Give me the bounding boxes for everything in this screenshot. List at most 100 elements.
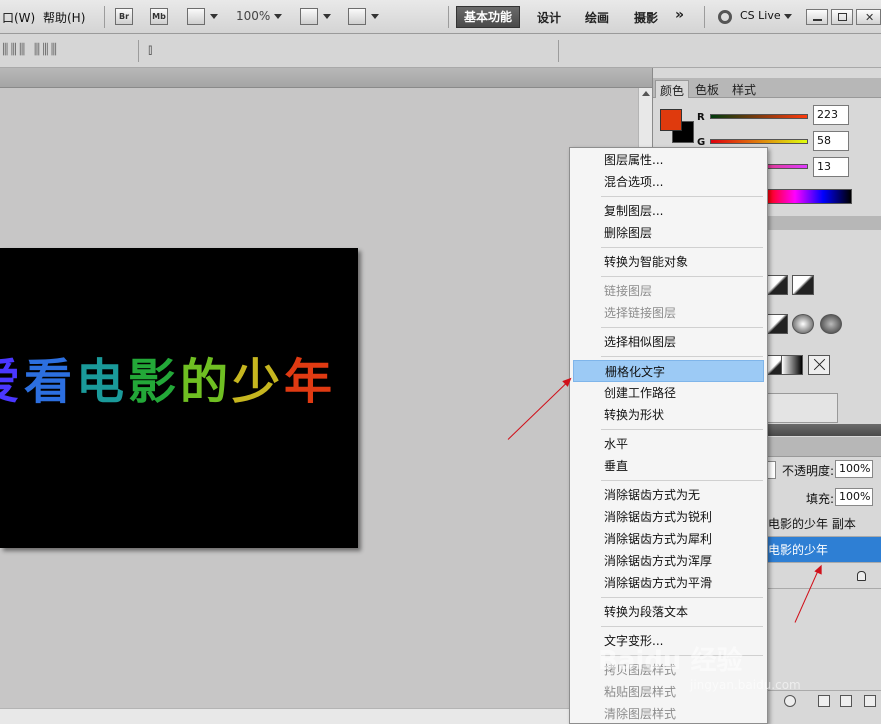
context-menu-item[interactable]: 图层属性... [573,149,764,171]
tab-swatches[interactable]: 色板 [691,80,723,98]
new-layer-icon[interactable] [840,695,852,707]
selective-color-icon[interactable] [808,355,830,375]
exposure-icon[interactable] [792,275,814,295]
color-panel-tabs: 颜色 色板 样式 [653,78,881,98]
zoom-level[interactable]: 100% [236,9,270,23]
context-menu-item[interactable]: 水平 [573,433,764,455]
minimize-button[interactable] [806,9,828,25]
bridge-icon[interactable]: Br [115,8,133,25]
options-bar: ⫼⫼⫼ ⫼⫼⫼ ⫾ [0,34,881,68]
menu-separator [601,247,763,248]
channel-r-slider[interactable] [710,114,808,119]
image-canvas[interactable]: 爱看电影的少年 [0,248,358,548]
fill-label: 填充: [806,492,835,506]
context-menu-item[interactable]: 转换为形状 [573,404,764,426]
layer-row[interactable]: 电影的少年 副本 [766,511,881,537]
gradient-map-icon[interactable] [781,355,803,375]
baidu-watermark-logo: Baidu 经验 [598,646,743,676]
menu-separator [601,626,763,627]
new-group-icon[interactable] [818,695,830,707]
context-menu-item: 选择链接图层 [604,306,677,320]
align-buttons[interactable]: ⫼⫼⫼ ⫼⫼⫼ [2,42,59,58]
channel-r-label: R [697,112,705,123]
channel-r-input[interactable]: 223 [813,105,849,125]
minimize-icon [813,19,822,21]
chevron-down-icon[interactable] [784,14,792,19]
opacity-input[interactable]: 100% [835,460,873,478]
menu-separator [601,356,763,357]
channel-g-input[interactable]: 58 [813,131,849,151]
context-menu-item[interactable]: 栅格化文字 [573,360,764,382]
more-workspaces-icon[interactable]: » [675,7,684,23]
invert-icon[interactable] [766,314,788,334]
close-button[interactable]: ✕ [856,9,881,25]
context-menu-item[interactable]: 复制图层... [573,200,764,222]
context-menu-item[interactable]: 消除锯齿方式为浑厚 [573,550,764,572]
chevron-down-icon[interactable] [210,14,218,19]
tab-styles[interactable]: 样式 [728,80,760,98]
mini-bridge-icon[interactable]: Mb [150,8,168,25]
context-menu-item[interactable]: 垂直 [573,455,764,477]
restore-button[interactable] [831,9,853,25]
photo-filter-icon[interactable] [792,314,814,334]
delete-layer-icon[interactable] [864,695,876,707]
menu-separator [704,6,705,28]
options-separator [138,40,139,62]
context-menu-item[interactable]: 消除锯齿方式为锐利 [573,506,764,528]
context-menu-item[interactable]: 删除图层 [573,222,764,244]
canvas-char: 爱 [0,352,22,412]
lock-icon [857,571,866,581]
cs-live-menu[interactable]: CS Live [740,9,781,22]
context-menu-item[interactable]: 消除锯齿方式为犀利 [573,528,764,550]
workspace-painting[interactable]: 绘画 [585,9,609,26]
fill-input[interactable]: 100% [835,488,873,506]
context-menu-item[interactable]: 创建工作路径 [573,382,764,404]
foreground-color-swatch[interactable] [660,109,682,131]
context-menu-item[interactable]: 转换为智能对象 [573,251,764,273]
context-menu-item[interactable]: 选择相似图层 [573,331,764,353]
screen-mode-icon[interactable] [348,8,366,25]
adjustments-panel-header [766,216,881,230]
layer-name: 电影的少年 [768,543,829,557]
chevron-down-icon[interactable] [274,14,282,19]
arrange-documents-icon[interactable] [300,8,318,25]
panel-collapse-bar[interactable] [766,424,881,436]
chevron-down-icon[interactable] [371,14,379,19]
context-menu-item[interactable]: 转换为段落文本 [573,601,764,623]
tab-color[interactable]: 颜色 [655,80,690,98]
auto-align-icon[interactable]: ⫾ [148,42,154,58]
menu-separator [104,6,105,28]
layer-name: 电影的少年 副本 [768,517,856,531]
guides-extras-icon[interactable] [187,8,205,25]
workspace-photography[interactable]: 摄影 [634,9,658,26]
context-menu-item: 清除图层样式 [604,707,677,721]
context-menu-item[interactable]: 混合选项... [573,171,764,193]
menu-separator [601,276,763,277]
adjustment-presets-box[interactable] [766,393,838,423]
workspace-essentials-button[interactable]: 基本功能 [456,6,520,28]
canvas-char: 的 [179,354,228,410]
chevron-down-icon[interactable] [323,14,331,19]
scroll-up-icon[interactable] [642,91,650,96]
baidu-watermark-url: jingyan.baidu.com [690,678,801,692]
layer-row-selected[interactable]: 电影的少年 [766,537,881,563]
channel-g-slider[interactable] [710,139,808,144]
color-spectrum-bar[interactable] [766,189,852,204]
canvas-char: 看 [23,354,72,410]
menu-separator [601,480,763,481]
channel-b-input[interactable]: 13 [813,157,849,177]
curves-icon[interactable] [766,275,788,295]
context-menu-item: 链接图层 [604,284,653,298]
channel-mixer-icon[interactable] [820,314,842,334]
context-menu-item[interactable]: 消除锯齿方式为平滑 [573,572,764,594]
layers-panel-header [766,437,881,457]
menu-window[interactable]: 口(W) [2,9,35,26]
menu-help[interactable]: 帮助(H) [43,9,85,26]
adjustment-layer-icon[interactable] [784,695,796,707]
document-tab-bar [0,68,652,88]
context-menu-item[interactable]: 消除锯齿方式为无 [573,484,764,506]
horizontal-scrollbar[interactable] [0,708,652,724]
workspace-design[interactable]: 设计 [537,9,561,26]
menu-bar: 口(W) 帮助(H) Br Mb 100% 基本功能 设计 绘画 摄影 » CS… [0,0,881,34]
menu-separator [601,327,763,328]
